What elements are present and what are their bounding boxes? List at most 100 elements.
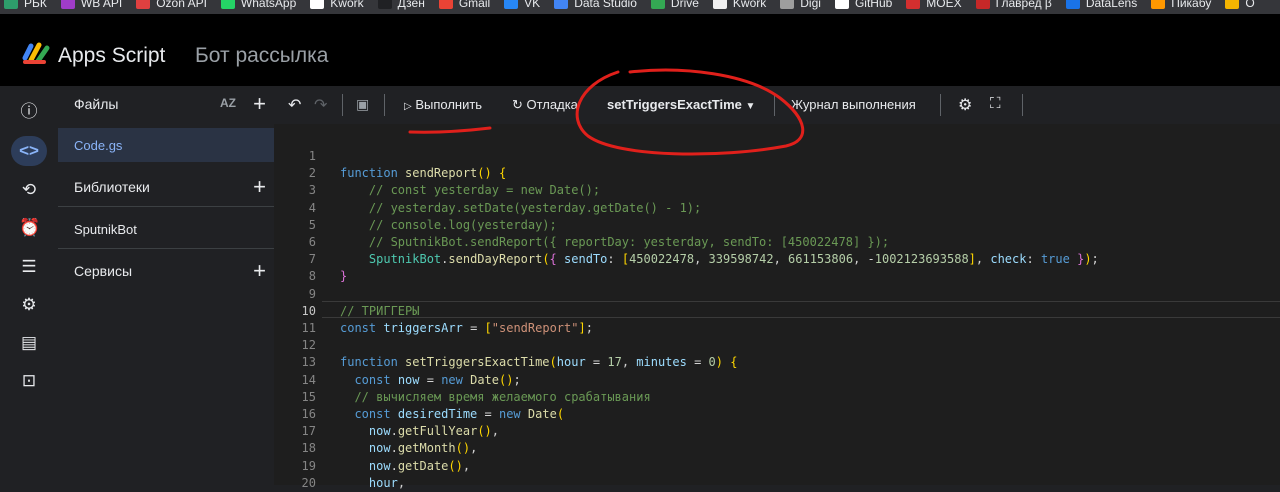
code-line[interactable]: now.getMonth(), [340, 440, 477, 457]
divider [58, 206, 274, 207]
bookmark-label: Digi [800, 0, 821, 10]
info-icon[interactable]: ⓘ [19, 102, 39, 122]
code-line[interactable]: now.getDate(), [340, 458, 470, 475]
debug-label: Отладка [526, 97, 578, 112]
bookmark-favicon-icon [712, 0, 727, 9]
services-heading: Сервисы [74, 263, 133, 279]
bookmark-label: Дзен [397, 0, 425, 10]
executions-icon[interactable]: ☰ [19, 257, 39, 277]
code-icon[interactable]: <> [11, 136, 47, 166]
bookmark-favicon-icon [554, 0, 569, 9]
file-item-code-gs[interactable]: Code.gs [58, 128, 274, 162]
play-icon: ▷ [404, 101, 412, 112]
bookmark-item[interactable]: Digi [776, 0, 831, 10]
bookmark-item[interactable]: DataLens [1062, 0, 1147, 10]
code-line[interactable]: now.getFullYear(), [340, 423, 499, 440]
bookmark-favicon-icon [834, 0, 849, 9]
code-editor[interactable]: 1 2 function sendReport() {3 // const yest… [274, 124, 1280, 490]
save-icon[interactable]: ▣ [356, 96, 369, 113]
settings-icon[interactable]: ⚙ [19, 295, 39, 315]
fullscreen-icon[interactable]: ⛶ [990, 95, 1001, 112]
bookmark-item[interactable]: Ozon API [132, 0, 217, 10]
app-title: Apps Script [58, 44, 166, 67]
bookmark-favicon-icon [438, 0, 453, 9]
navigation-rail: ⓘ <> ⟲ ⏰ ☰ ⚙ ▤ ⊡ [0, 86, 58, 485]
bookmark-item[interactable]: MOEX [902, 0, 971, 10]
bookmark-favicon-icon [60, 0, 75, 9]
code-line[interactable]: // const yesterday = new Date(); [340, 182, 600, 199]
bookmark-item[interactable]: Data Studio [550, 0, 647, 10]
current-line-highlight [322, 301, 1280, 318]
gemini-icon[interactable]: ⚙ [958, 95, 972, 115]
redo-icon[interactable]: ↷ [314, 95, 327, 115]
code-line[interactable]: SputnikBot.sendDayReport({ sendTo: [4500… [340, 251, 1099, 268]
bookmark-item[interactable]: РЬК [0, 0, 57, 10]
history-icon[interactable]: ⟲ [19, 180, 39, 200]
bookmark-favicon-icon [136, 0, 151, 9]
files-heading: Файлы [74, 96, 119, 112]
code-line[interactable]: hour, [340, 475, 405, 492]
add-service-button[interactable]: + [253, 260, 266, 282]
bookmark-item[interactable]: Kwork [306, 0, 373, 10]
execution-log-button[interactable]: Журнал выполнения [791, 97, 916, 112]
bookmark-favicon-icon [975, 0, 990, 9]
bookmark-item[interactable]: WB API [57, 0, 132, 10]
code-line[interactable]: // yesterday.setDate(yesterday.getDate()… [340, 200, 701, 217]
debug-button[interactable]: ↻ Отладка [512, 97, 578, 113]
run-label: Выполнить [415, 97, 483, 112]
code-line[interactable]: // console.log(yesterday); [340, 217, 557, 234]
bookmark-label: Data Studio [574, 0, 637, 10]
bookmark-item[interactable]: Дзен [374, 0, 435, 10]
sort-az-icon[interactable]: AZ [220, 96, 236, 110]
embed-icon[interactable]: ⊡ [19, 371, 39, 391]
bookmark-item[interactable]: Главред β [972, 0, 1062, 10]
bookmark-favicon-icon [780, 0, 795, 9]
code-line[interactable]: function sendReport() { [340, 165, 506, 182]
bookmark-item[interactable]: Пикабу [1147, 0, 1221, 10]
bookmark-label: MOEX [926, 0, 962, 10]
line-number: 7 [308, 252, 316, 267]
bookmark-label: РЬК [24, 0, 47, 10]
files-sidebar: Файлы AZ + Code.gs Библиотеки + SputnikB… [58, 86, 274, 485]
add-library-button[interactable]: + [253, 176, 266, 198]
bookmark-item[interactable]: GitHub [831, 0, 902, 10]
alarm-icon[interactable]: ⏰ [19, 218, 40, 238]
code-line[interactable]: const now = new Date(); [340, 372, 520, 389]
bookmark-item[interactable]: VK [500, 0, 550, 10]
code-line[interactable]: // SputnikBot.sendReport({ reportDay: ye… [340, 234, 889, 251]
bookmark-label: Ozon API [156, 0, 207, 10]
bookmark-item[interactable]: Drive [647, 0, 709, 10]
bookmark-item[interactable]: O [1221, 0, 1264, 10]
undo-icon[interactable]: ↶ [288, 95, 301, 115]
code-line[interactable]: function setTriggersExactTime(hour = 17,… [340, 354, 737, 371]
function-select[interactable]: setTriggersExactTime ▼ [607, 97, 755, 112]
library-item-sputnikbot[interactable]: SputnikBot [74, 222, 137, 237]
divider [58, 248, 274, 249]
file-name: Code.gs [74, 138, 123, 153]
code-line[interactable]: } [340, 268, 347, 285]
code-line[interactable]: const desiredTime = new Date( [340, 406, 564, 423]
line-number: 11 [301, 321, 316, 335]
bookmark-label: WB API [80, 0, 123, 10]
code-line[interactable]: const triggersArr = ["sendReport"]; [340, 320, 593, 337]
bookmark-label: Drive [670, 0, 699, 10]
code-line[interactable]: // ТРИГГЕРЫ [340, 303, 419, 320]
line-number: 6 [308, 235, 316, 249]
line-number: 16 [301, 407, 316, 421]
bookmark-item[interactable]: WhatsApp [217, 0, 306, 10]
bookmark-label: Kwork [732, 0, 767, 10]
bookmark-item[interactable]: Gmail [435, 0, 500, 10]
run-button[interactable]: ▷ Выполнить [404, 97, 482, 112]
add-file-button[interactable]: + [253, 93, 266, 115]
apps-script-logo[interactable] [22, 42, 52, 66]
code-line[interactable]: // вычисляем время желаемого срабатывани… [340, 389, 650, 406]
bookmark-label: DataLens [1085, 0, 1138, 10]
bookmark-favicon-icon [906, 0, 921, 9]
line-number: 3 [308, 183, 316, 198]
project-title[interactable]: Бот рассылка [195, 44, 329, 68]
bookmark-item[interactable]: Kwork [709, 0, 776, 10]
deployments-icon[interactable]: ▤ [19, 333, 39, 353]
line-number: 2 [308, 166, 316, 181]
bookmark-favicon-icon [310, 0, 325, 9]
line-number: 5 [308, 217, 316, 232]
